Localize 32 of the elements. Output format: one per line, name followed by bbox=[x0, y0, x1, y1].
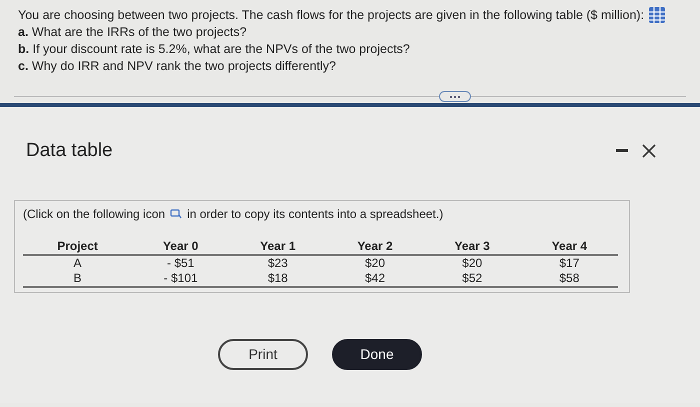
column-header: Year 4 bbox=[520, 234, 618, 254]
close-icon[interactable] bbox=[642, 144, 656, 158]
copy-icon[interactable] bbox=[170, 208, 182, 218]
dialog-title: Data table bbox=[26, 139, 113, 163]
question-text: You are choosing between two projects. The cash flows for the projects are given in the following table ($ million): bbox=[18, 6, 644, 24]
table-cell: $52 bbox=[424, 270, 521, 286]
question-part: c. Why do IRR and NPV rank the two projects differently? bbox=[18, 58, 337, 75]
table-cell: $20 bbox=[424, 254, 521, 270]
table-cell: - $51 bbox=[132, 254, 230, 270]
column-header: Year 1 bbox=[229, 234, 326, 254]
minimize-icon[interactable] bbox=[616, 149, 628, 154]
table-cell: $58 bbox=[520, 270, 618, 286]
table-cell: $18 bbox=[229, 270, 326, 286]
table-cell: - $101 bbox=[132, 270, 230, 286]
column-header: Project bbox=[23, 234, 132, 254]
instruction-text: in order to copy its contents into a spreadsheet.) bbox=[187, 206, 444, 222]
column-header: Year 3 bbox=[424, 234, 521, 254]
table-cell: $20 bbox=[326, 254, 424, 270]
column-header: Year 2 bbox=[326, 234, 424, 254]
table-cell: $42 bbox=[326, 270, 424, 286]
column-header: Year 0 bbox=[132, 234, 230, 254]
done-button[interactable]: Done bbox=[332, 338, 422, 370]
more-button[interactable] bbox=[439, 91, 471, 102]
question-part: a. What are the IRRs of the two projects? bbox=[18, 24, 248, 41]
question-part: b. If your discount rate is 5.2%, what are the NPVs of the two projects? bbox=[18, 41, 411, 58]
instruction-text: (Click on the following icon bbox=[23, 206, 166, 222]
print-button[interactable]: Print bbox=[218, 338, 308, 370]
table-cell: A bbox=[23, 254, 132, 270]
table-cell: B bbox=[23, 270, 132, 286]
table-cell: $17 bbox=[520, 254, 618, 270]
table-icon[interactable] bbox=[648, 6, 666, 24]
table-cell: $23 bbox=[229, 254, 326, 270]
